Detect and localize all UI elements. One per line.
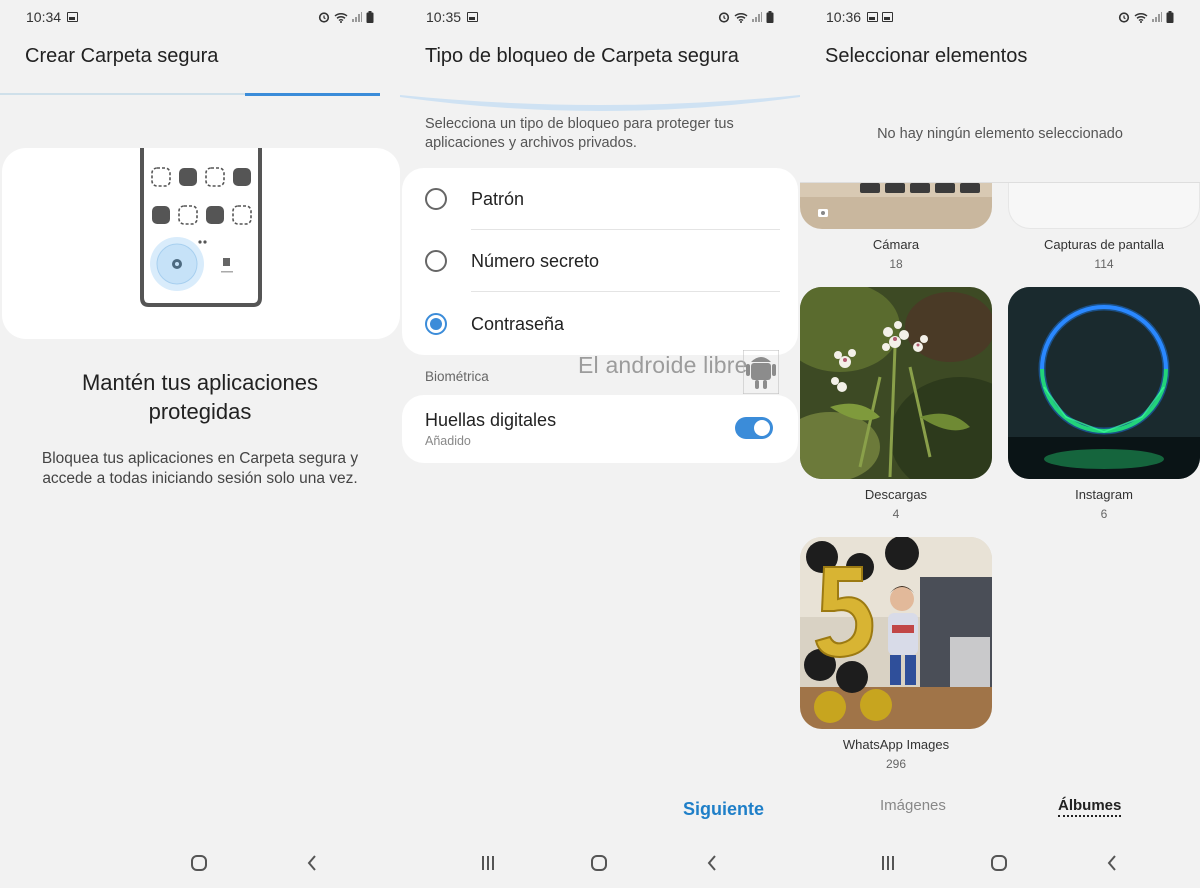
home-button[interactable] xyxy=(587,852,611,874)
progress-indicator xyxy=(245,93,380,96)
radio-pin[interactable] xyxy=(425,250,447,272)
album-downloads[interactable]: Descargas 4 xyxy=(800,287,992,521)
view-tabs: Imágenes Álbumes xyxy=(800,797,1200,825)
status-time: 10:35 xyxy=(426,9,462,25)
status-bar: 10:36 xyxy=(800,0,1200,34)
back-icon xyxy=(307,855,316,871)
navigation-bar xyxy=(0,838,400,888)
signal-icon xyxy=(752,12,762,22)
navigation-bar xyxy=(400,838,800,888)
album-instagram[interactable]: Instagram 6 xyxy=(1008,287,1200,521)
back-button[interactable] xyxy=(700,852,724,874)
album-whatsapp-images[interactable]: WhatsApp Images 296 xyxy=(800,537,992,771)
option-label: Patrón xyxy=(471,188,525,209)
tab-albums[interactable]: Álbumes xyxy=(1058,797,1122,817)
album-thumbnail xyxy=(1008,183,1200,229)
album-name: WhatsApp Images xyxy=(842,737,950,752)
album-thumbnail xyxy=(800,287,992,479)
battery-icon xyxy=(766,11,774,23)
radio-pattern[interactable] xyxy=(425,188,447,210)
album-screenshots[interactable]: Capturas de pantalla 114 xyxy=(1008,183,1200,271)
description: Bloquea tus aplicaciones en Carpeta segu… xyxy=(41,450,359,487)
back-icon xyxy=(1107,855,1116,871)
home-icon xyxy=(591,855,607,871)
recent-apps-icon xyxy=(482,856,494,870)
page-title: Seleccionar elementos xyxy=(825,45,1028,67)
alarm-icon xyxy=(318,12,330,23)
image-icon xyxy=(867,12,879,22)
page-title: Crear Carpeta segura xyxy=(25,45,219,67)
screen-create-secure-folder: 10:34 Crear Carpeta segura Mantén tus ap… xyxy=(0,0,400,888)
fingerprint-setting[interactable]: Huellas digitales Añadido xyxy=(402,395,798,463)
back-button[interactable] xyxy=(300,852,324,874)
secure-folder-illustration xyxy=(2,148,400,339)
selection-info: No hay ningún elemento seleccionado xyxy=(877,126,1123,142)
status-bar: 10:35 xyxy=(400,0,800,34)
album-count: 6 xyxy=(1100,507,1108,521)
album-thumbnail xyxy=(1008,287,1200,479)
album-name: Cámara xyxy=(872,237,920,252)
option-pattern[interactable]: Patrón xyxy=(402,168,798,230)
album-thumbnail xyxy=(800,183,992,229)
home-icon xyxy=(991,855,1007,871)
setting-title: Huellas digitales xyxy=(425,410,557,430)
album-count: 114 xyxy=(1094,257,1114,271)
option-password[interactable]: Contraseña xyxy=(402,293,798,355)
album-name: Instagram xyxy=(1075,487,1133,502)
recent-apps-button[interactable] xyxy=(476,852,500,874)
recent-apps-button[interactable] xyxy=(876,852,900,874)
album-count: 18 xyxy=(889,257,903,271)
album-camera[interactable]: Cámara 18 xyxy=(800,183,992,271)
recent-apps-icon xyxy=(882,856,894,870)
lock-type-options: Patrón Número secreto Contraseña xyxy=(402,168,798,355)
heading: Mantén tus aplicaciones protegidas xyxy=(81,370,319,424)
android-mascot-icon xyxy=(743,350,779,394)
home-button[interactable] xyxy=(187,852,211,874)
album-count: 296 xyxy=(885,757,907,771)
home-button[interactable] xyxy=(987,852,1011,874)
battery-icon xyxy=(366,11,374,23)
status-bar: 10:34 xyxy=(0,0,400,34)
screen-lock-type: 10:35 Tipo de bloqueo de Carpeta segura … xyxy=(400,0,800,888)
back-icon xyxy=(707,855,716,871)
image-icon xyxy=(67,12,79,22)
section-label-biometrics: Biométrica xyxy=(425,369,489,384)
alarm-icon xyxy=(1118,12,1130,23)
option-label: Número secreto xyxy=(471,250,600,271)
signal-icon xyxy=(1152,12,1162,22)
option-label: Contraseña xyxy=(471,313,565,334)
status-time: 10:34 xyxy=(26,9,62,25)
battery-icon xyxy=(1166,11,1174,23)
tab-images[interactable]: Imágenes xyxy=(880,797,946,814)
toggle-knob xyxy=(754,420,770,436)
radio-password[interactable] xyxy=(425,313,447,335)
screen-select-items: 10:36 Seleccionar elementos No hay ningú… xyxy=(800,0,1200,888)
wifi-icon xyxy=(334,12,348,23)
fingerprint-toggle[interactable] xyxy=(735,417,773,439)
navigation-bar xyxy=(800,838,1200,888)
back-button[interactable] xyxy=(1100,852,1124,874)
album-name: Capturas de pantalla xyxy=(1044,237,1164,252)
signal-icon xyxy=(352,12,362,22)
intro-text: Selecciona un tipo de bloqueo para prote… xyxy=(425,116,734,151)
watermark: El androide libre xyxy=(578,352,748,378)
image-icon xyxy=(467,12,479,22)
wifi-icon xyxy=(734,12,748,23)
option-pin[interactable]: Número secreto xyxy=(402,230,798,292)
setting-subtitle: Añadido xyxy=(425,434,471,448)
status-time: 10:36 xyxy=(826,9,862,25)
home-icon xyxy=(191,855,207,871)
wifi-icon xyxy=(1134,12,1148,23)
album-name: Descargas xyxy=(864,487,928,502)
alarm-icon xyxy=(718,12,730,23)
album-count: 4 xyxy=(892,507,900,521)
image-icon xyxy=(882,12,894,22)
header-progress-arc xyxy=(400,95,800,111)
next-button[interactable]: Siguiente xyxy=(683,799,764,820)
divider xyxy=(471,291,780,292)
album-thumbnail xyxy=(800,537,992,729)
page-title: Tipo de bloqueo de Carpeta segura xyxy=(425,45,739,67)
